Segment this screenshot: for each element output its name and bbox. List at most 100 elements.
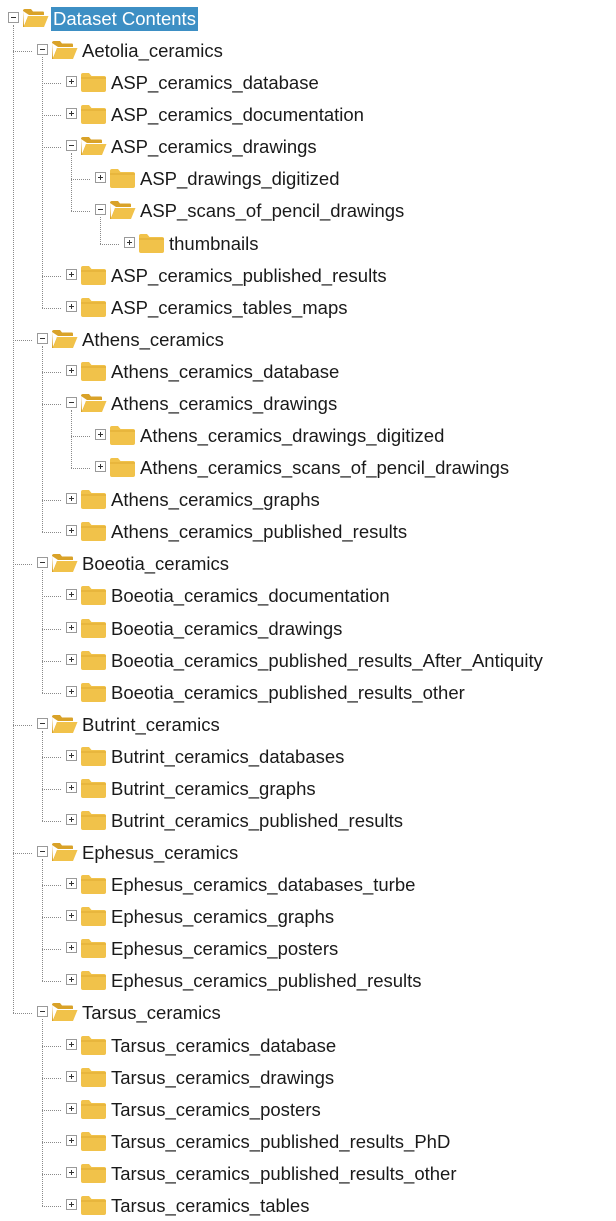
tree-node-label[interactable]: Ephesus_ceramics bbox=[80, 841, 240, 865]
collapse-toggle-icon[interactable] bbox=[8, 12, 19, 23]
expand-toggle-icon[interactable] bbox=[95, 172, 106, 184]
collapse-toggle-icon[interactable] bbox=[37, 332, 48, 344]
tree-node-label[interactable]: Tarsus_ceramics bbox=[80, 1001, 223, 1025]
folder-icon bbox=[80, 485, 107, 510]
tree-connector bbox=[42, 83, 61, 85]
folder-icon bbox=[80, 966, 107, 991]
tree-node-label[interactable]: ASP_ceramics_drawings bbox=[109, 135, 319, 159]
expand-toggle-icon[interactable] bbox=[66, 1198, 77, 1210]
expand-toggle-icon[interactable] bbox=[66, 685, 77, 697]
collapse-toggle-icon[interactable] bbox=[37, 44, 48, 56]
collapse-toggle-icon[interactable] bbox=[66, 396, 77, 408]
expand-toggle-icon[interactable] bbox=[95, 461, 106, 473]
folder-icon bbox=[80, 261, 107, 285]
tree-node-label[interactable]: Butrint_ceramics_graphs bbox=[109, 777, 318, 801]
tree-node-label[interactable]: Athens_ceramics_published_results bbox=[109, 520, 409, 544]
tree-connector bbox=[71, 436, 90, 438]
tree-node-label[interactable]: Boeotia_ceramics_documentation bbox=[109, 584, 392, 608]
tree-node-label[interactable]: ASP_scans_of_pencil_drawings bbox=[138, 199, 406, 223]
collapse-toggle-icon[interactable] bbox=[37, 846, 48, 858]
expand-toggle-icon[interactable] bbox=[66, 781, 77, 793]
tree-node-label[interactable]: Tarsus_ceramics_posters bbox=[109, 1098, 323, 1122]
expand-toggle-icon[interactable] bbox=[66, 589, 77, 601]
tree-node-label[interactable]: Dataset Contents bbox=[51, 7, 198, 31]
tree-node-label[interactable]: ASP_ceramics_documentation bbox=[109, 103, 366, 127]
tree-node-label[interactable]: Butrint_ceramics bbox=[80, 713, 222, 737]
dataset-tree: Dataset Contents Aetolia_ceramics ASP_cera… bbox=[0, 0, 616, 1216]
tree-node-label[interactable]: Tarsus_ceramics_database bbox=[109, 1034, 338, 1058]
tree-connector bbox=[42, 1109, 61, 1111]
folder-icon bbox=[80, 1127, 107, 1151]
tree-node-label[interactable]: Athens_ceramics_drawings_digitized bbox=[138, 424, 446, 448]
tree-connector bbox=[13, 25, 14, 1014]
tree-node-label[interactable]: Aetolia_ceramics bbox=[80, 39, 225, 63]
tree-node-label[interactable]: Ephesus_ceramics_graphs bbox=[109, 905, 336, 929]
folder-open-icon bbox=[109, 196, 136, 220]
tree-connector bbox=[42, 115, 61, 117]
tree-node-label[interactable]: Athens_ceramics_drawings bbox=[109, 392, 339, 416]
collapse-toggle-icon[interactable] bbox=[66, 140, 77, 152]
expand-toggle-icon[interactable] bbox=[66, 653, 77, 665]
tree-node-label[interactable]: Athens_ceramics bbox=[80, 328, 226, 352]
expand-toggle-icon[interactable] bbox=[66, 1038, 77, 1050]
folder-icon bbox=[80, 357, 107, 381]
tree-connector bbox=[13, 564, 32, 566]
expand-toggle-icon[interactable] bbox=[66, 1166, 77, 1178]
expand-toggle-icon[interactable] bbox=[66, 525, 77, 537]
tree-node-label[interactable]: Boeotia_ceramics_drawings bbox=[109, 617, 344, 641]
tree-node-label[interactable]: Ephesus_ceramics_databases_turbe bbox=[109, 873, 417, 897]
expand-toggle-icon[interactable] bbox=[66, 300, 77, 312]
tree-node-label[interactable]: ASP_drawings_digitized bbox=[138, 167, 342, 191]
folder-icon bbox=[80, 1063, 107, 1087]
tree-connector bbox=[42, 403, 61, 405]
tree-connector bbox=[42, 756, 61, 758]
expand-toggle-icon[interactable] bbox=[95, 429, 106, 441]
tree-node-label[interactable]: Tarsus_ceramics_tables bbox=[109, 1194, 311, 1218]
tree-connector bbox=[42, 949, 61, 951]
expand-toggle-icon[interactable] bbox=[66, 364, 77, 376]
tree-connector bbox=[71, 153, 72, 212]
expand-toggle-icon[interactable] bbox=[66, 878, 77, 890]
expand-toggle-icon[interactable] bbox=[66, 749, 77, 761]
expand-toggle-icon[interactable] bbox=[66, 621, 77, 633]
tree-node-label[interactable]: Tarsus_ceramics_published_results_other bbox=[109, 1162, 459, 1186]
expand-toggle-icon[interactable] bbox=[66, 268, 77, 280]
tree-node-label[interactable]: Boeotia_ceramics_published_results_After… bbox=[109, 649, 545, 673]
tree-node-label[interactable]: thumbnails bbox=[167, 232, 260, 256]
tree-node-label[interactable]: Boeotia_ceramics_published_results_other bbox=[109, 681, 467, 705]
collapse-toggle-icon[interactable] bbox=[37, 717, 48, 729]
tree-connector bbox=[42, 692, 61, 694]
tree-node-label[interactable]: Tarsus_ceramics_published_results_PhD bbox=[109, 1130, 452, 1154]
collapse-toggle-icon[interactable] bbox=[37, 557, 48, 569]
tree-node-label[interactable]: Athens_ceramics_database bbox=[109, 360, 341, 384]
tree-node-label[interactable]: Butrint_ceramics_published_results bbox=[109, 809, 405, 833]
tree-connector bbox=[42, 788, 61, 790]
folder-open-icon bbox=[51, 998, 78, 1022]
tree-node-label[interactable]: Ephesus_ceramics_posters bbox=[109, 937, 340, 961]
tree-node-label[interactable]: ASP_ceramics_published_results bbox=[109, 264, 389, 288]
expand-toggle-icon[interactable] bbox=[66, 76, 77, 88]
tree-node-label[interactable]: Athens_ceramics_graphs bbox=[109, 488, 322, 512]
tree-node-label[interactable]: Butrint_ceramics_databases bbox=[109, 745, 346, 769]
expand-toggle-icon[interactable] bbox=[66, 1070, 77, 1082]
tree-node-label[interactable]: Tarsus_ceramics_drawings bbox=[109, 1066, 336, 1090]
expand-toggle-icon[interactable] bbox=[124, 236, 135, 248]
tree-node-label[interactable]: Athens_ceramics_scans_of_pencil_drawings bbox=[138, 456, 511, 480]
folder-open-icon bbox=[80, 389, 107, 413]
tree-node-label[interactable]: Ephesus_ceramics_published_results bbox=[109, 969, 424, 993]
tree-node-label[interactable]: ASP_ceramics_database bbox=[109, 71, 321, 95]
expand-toggle-icon[interactable] bbox=[66, 108, 77, 120]
expand-toggle-icon[interactable] bbox=[66, 493, 77, 505]
expand-toggle-icon[interactable] bbox=[66, 942, 77, 954]
tree-node-label[interactable]: ASP_ceramics_tables_maps bbox=[109, 296, 350, 320]
expand-toggle-icon[interactable] bbox=[66, 1134, 77, 1146]
expand-toggle-icon[interactable] bbox=[66, 910, 77, 922]
expand-toggle-icon[interactable] bbox=[66, 974, 77, 986]
collapse-toggle-icon[interactable] bbox=[95, 204, 106, 216]
expand-toggle-icon[interactable] bbox=[66, 814, 77, 825]
collapse-toggle-icon[interactable] bbox=[37, 1006, 48, 1018]
expand-toggle-icon[interactable] bbox=[66, 1102, 77, 1114]
tree-connector bbox=[42, 307, 61, 309]
tree-connector bbox=[42, 57, 43, 308]
tree-node-label[interactable]: Boeotia_ceramics bbox=[80, 552, 231, 576]
